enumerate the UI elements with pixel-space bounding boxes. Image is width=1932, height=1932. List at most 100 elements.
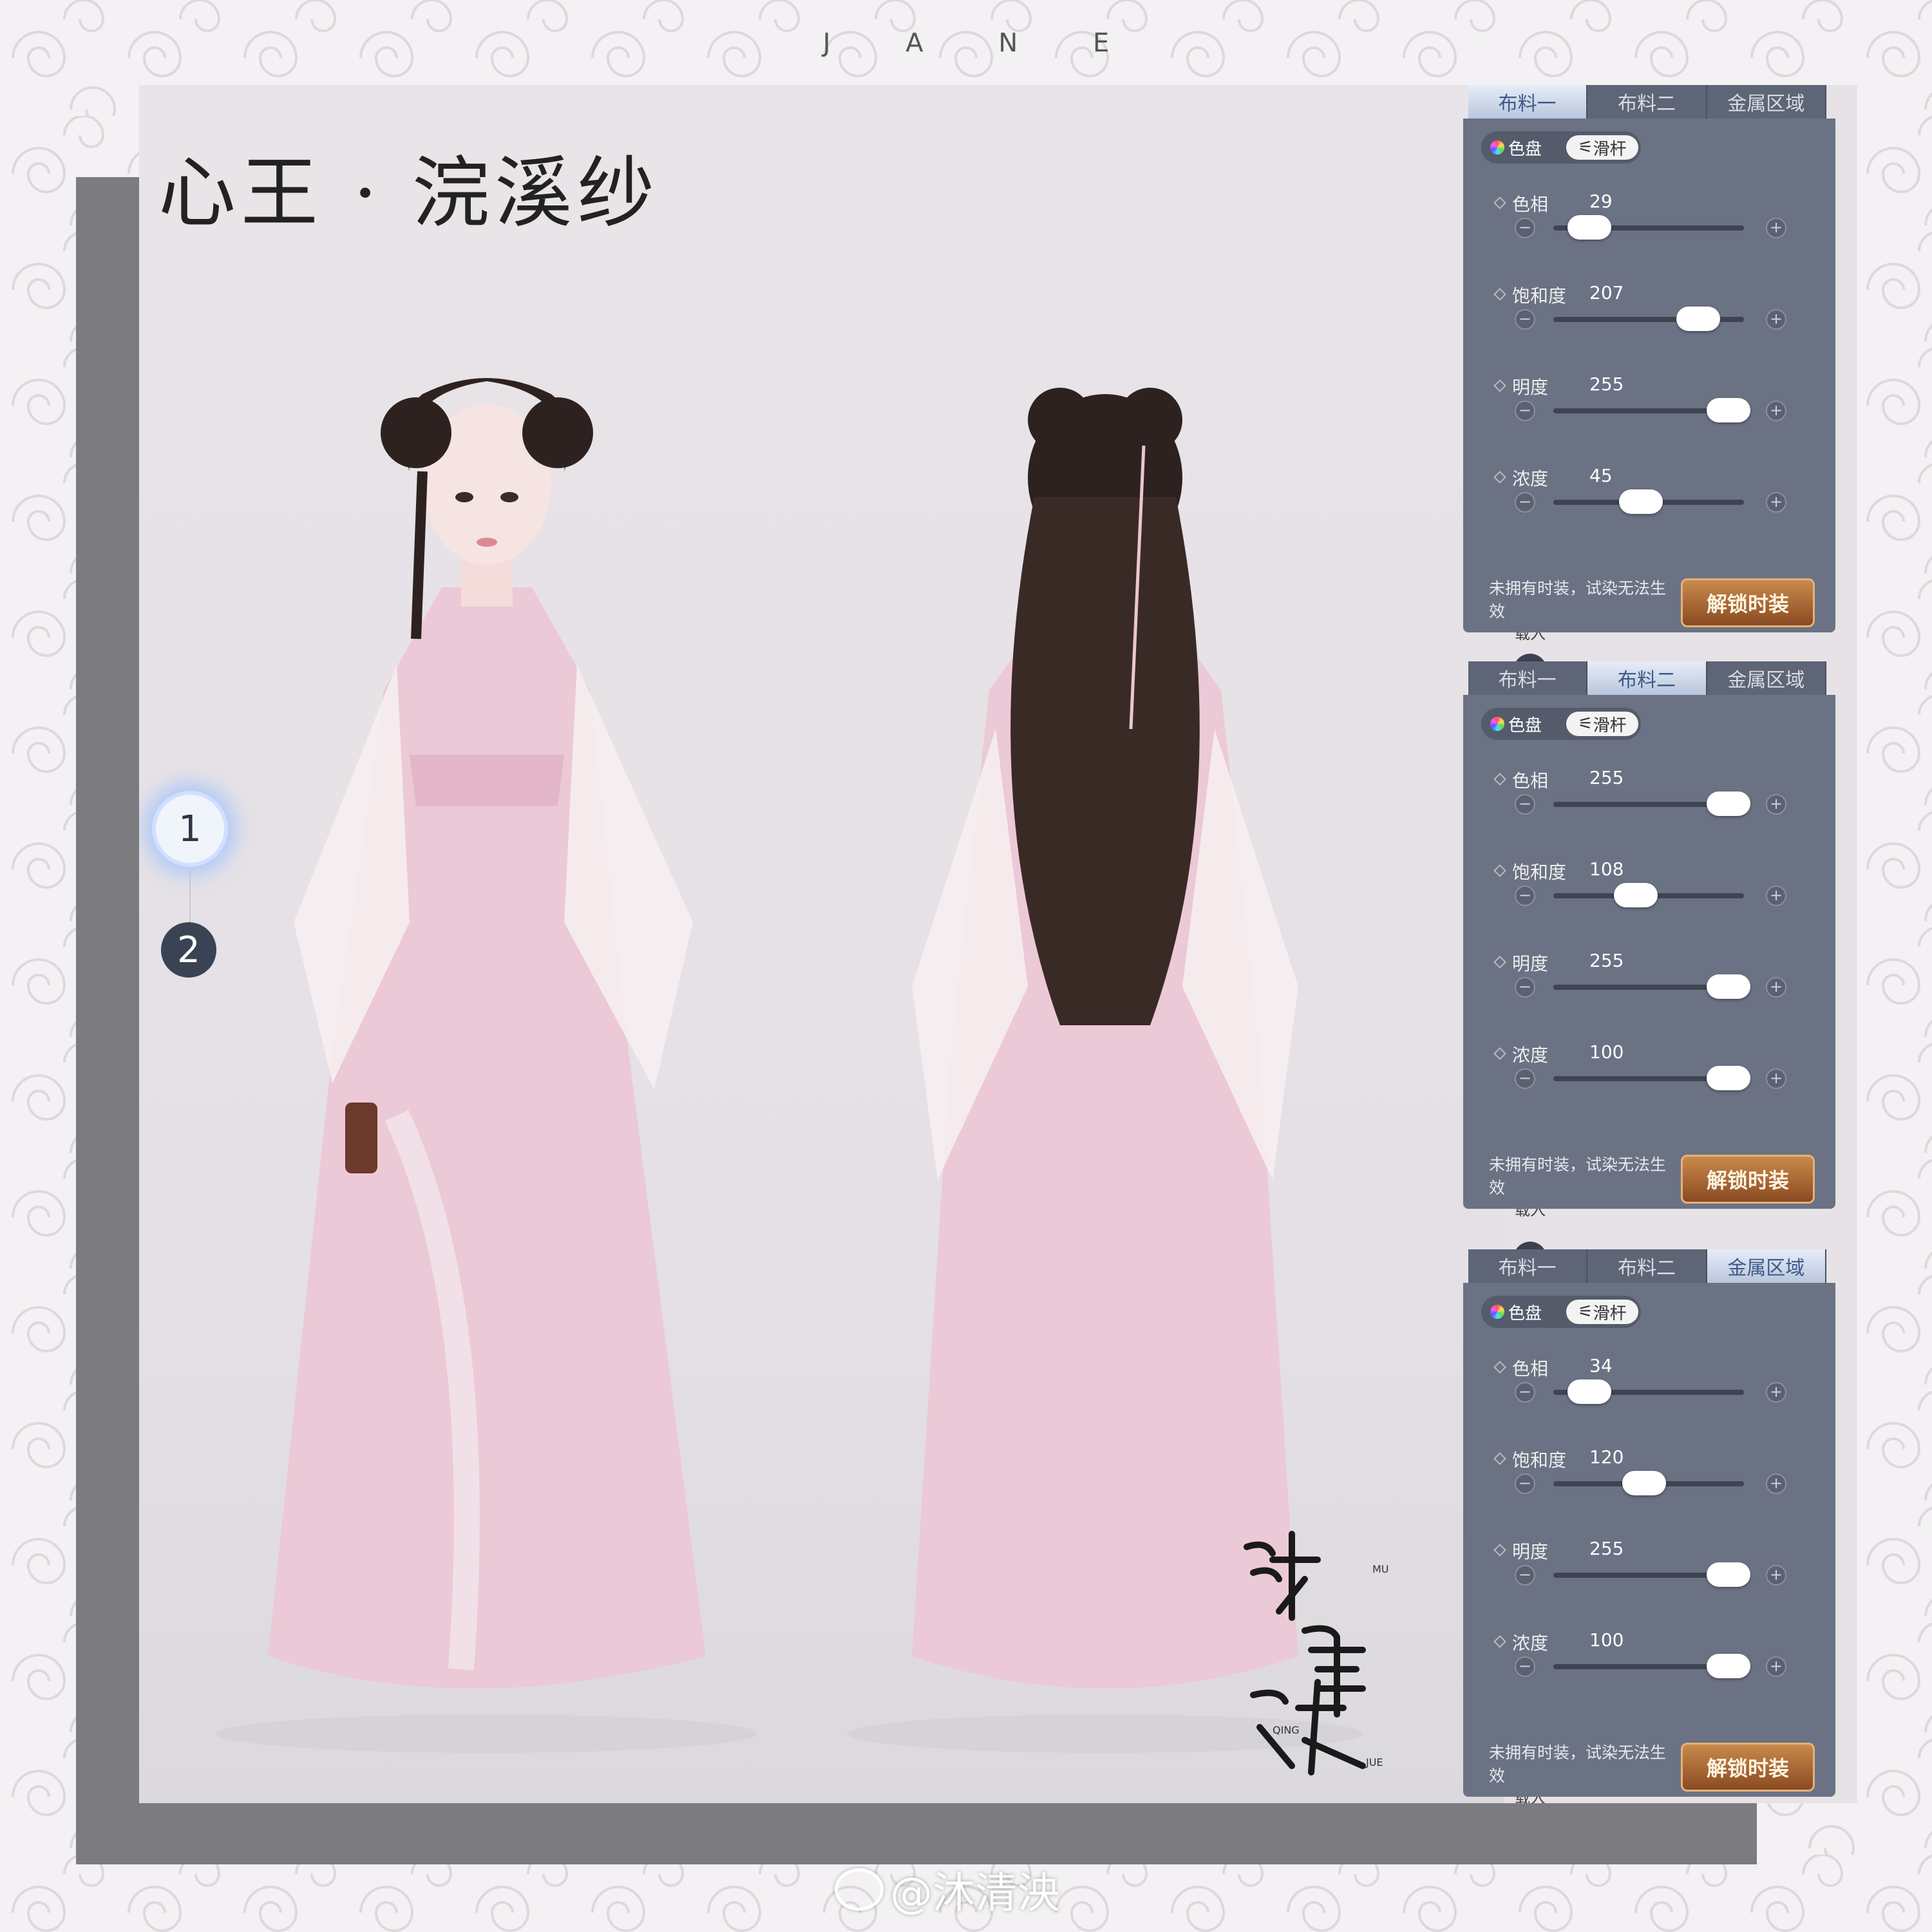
tab-fabric-2[interactable]: 布料二 <box>1587 661 1707 695</box>
increase-button[interactable]: + <box>1766 1656 1786 1677</box>
slider-label: 明度 <box>1493 374 1548 399</box>
slider-mode-label: 滑杆 <box>1593 1303 1627 1323</box>
tab-bar: 布料一 布料二 金属区域 <box>1468 1249 1826 1283</box>
slider-mode-button[interactable]: ⚟ 滑杆 <box>1566 1300 1638 1324</box>
tab-metal-area[interactable]: 金属区域 <box>1707 661 1826 695</box>
slider-mode-button[interactable]: ⚟ 滑杆 <box>1566 135 1638 160</box>
decrease-button[interactable]: − <box>1515 1068 1535 1089</box>
tab-bar: 布料一 布料二 金属区域 <box>1468 661 1826 695</box>
increase-button[interactable]: + <box>1766 794 1786 815</box>
palette-mode-button[interactable]: 色盘 <box>1490 135 1561 160</box>
slider-value: 29 <box>1589 191 1613 212</box>
slider-row: 明度 255 − + <box>1463 374 1835 457</box>
svg-text:MU: MU <box>1372 1563 1389 1575</box>
slider-knob[interactable] <box>1707 398 1750 422</box>
unlock-outfit-button[interactable]: 解锁时装 <box>1681 578 1815 627</box>
main-panel: 心王 · 浣溪纱 1 2 MU QING JUE 载入 布料一 布料二 金属区域… <box>139 85 1857 1803</box>
slider-label: 色相 <box>1493 767 1548 793</box>
slider-row: 浓度 45 − + <box>1463 465 1835 549</box>
slider-knob[interactable] <box>1618 489 1663 514</box>
diamond-icon <box>1493 1635 1506 1648</box>
character-1-button[interactable]: 1 <box>152 791 228 867</box>
slider-mode-button[interactable]: ⚟ 滑杆 <box>1566 712 1638 736</box>
tab-metal-area[interactable]: 金属区域 <box>1707 1249 1826 1283</box>
decrease-button[interactable]: − <box>1515 1473 1535 1494</box>
slider-label: 明度 <box>1493 1538 1548 1564</box>
tab-fabric-2[interactable]: 布料二 <box>1587 85 1707 118</box>
panel-body: 色盘 ⚟ 滑杆 色相 29 − + 饱和度 207 − + 明度 255 − + 浓度 45 − + 未拥有时装… <box>1463 118 1835 632</box>
slider-knob[interactable] <box>1707 1066 1750 1090</box>
diamond-icon <box>1493 1452 1506 1465</box>
tab-fabric-2[interactable]: 布料二 <box>1587 1249 1707 1283</box>
tab-fabric-1[interactable]: 布料一 <box>1468 661 1588 695</box>
svg-text:JUE: JUE <box>1365 1756 1383 1768</box>
diamond-icon <box>1493 471 1506 484</box>
slider-knob[interactable] <box>1707 791 1750 816</box>
slider-icon: ⚟ <box>1578 1302 1593 1321</box>
slider-knob[interactable] <box>1567 215 1612 240</box>
palette-mode-label: 色盘 <box>1508 715 1542 735</box>
decrease-button[interactable]: − <box>1515 1565 1535 1586</box>
slider-row: 饱和度 207 − + <box>1463 282 1835 366</box>
slider-value: 255 <box>1589 767 1624 788</box>
slider-knob[interactable] <box>1622 1471 1666 1495</box>
slider-knob[interactable] <box>1676 307 1720 331</box>
decrease-button[interactable]: − <box>1515 1382 1535 1403</box>
slider-label: 明度 <box>1493 950 1548 976</box>
decrease-button[interactable]: − <box>1515 218 1535 238</box>
slider-icon: ⚟ <box>1578 714 1593 734</box>
increase-button[interactable]: + <box>1766 309 1786 330</box>
unowned-note: 未拥有时装，试染无法生效 <box>1489 579 1667 621</box>
unlock-outfit-button[interactable]: 解锁时装 <box>1681 1155 1815 1204</box>
slider-knob[interactable] <box>1707 974 1750 999</box>
diamond-icon <box>1493 773 1506 786</box>
palette-mode-button[interactable]: 色盘 <box>1490 1300 1561 1324</box>
increase-button[interactable]: + <box>1766 1382 1786 1403</box>
increase-button[interactable]: + <box>1766 492 1786 513</box>
decrease-button[interactable]: − <box>1515 492 1535 513</box>
increase-button[interactable]: + <box>1766 977 1786 998</box>
increase-button[interactable]: + <box>1766 886 1786 906</box>
unowned-note: 未拥有时装，试染无法生效 <box>1489 1155 1667 1197</box>
weibo-icon <box>835 1868 884 1911</box>
slider-value: 45 <box>1589 465 1613 486</box>
palette-mode-label: 色盘 <box>1508 139 1542 159</box>
slider-knob[interactable] <box>1707 1562 1750 1587</box>
slider-value: 207 <box>1589 282 1624 303</box>
slider-knob[interactable] <box>1707 1654 1750 1678</box>
increase-button[interactable]: + <box>1766 401 1786 421</box>
unlock-outfit-button[interactable]: 解锁时装 <box>1681 1743 1815 1792</box>
character-2-button[interactable]: 2 <box>161 922 216 978</box>
brand-text: J A N E <box>822 28 1143 58</box>
slider-value: 34 <box>1589 1355 1613 1376</box>
increase-button[interactable]: + <box>1766 1473 1786 1494</box>
panel-body: 色盘 ⚟ 滑杆 色相 34 − + 饱和度 120 − + 明度 255 − + 浓度 100 − + 未拥有时… <box>1463 1283 1835 1797</box>
increase-button[interactable]: + <box>1766 218 1786 238</box>
increase-button[interactable]: + <box>1766 1068 1786 1089</box>
slider-knob[interactable] <box>1614 883 1658 907</box>
slider-value: 108 <box>1589 858 1624 880</box>
decrease-button[interactable]: − <box>1515 886 1535 906</box>
svg-text:QING: QING <box>1273 1724 1300 1736</box>
tab-fabric-1[interactable]: 布料一 <box>1468 1249 1588 1283</box>
increase-button[interactable]: + <box>1766 1565 1786 1586</box>
tab-fabric-1[interactable]: 布料一 <box>1468 85 1588 118</box>
slider-knob[interactable] <box>1567 1379 1612 1404</box>
decrease-button[interactable]: − <box>1515 977 1535 998</box>
color-wheel-icon <box>1490 140 1504 155</box>
decrease-button[interactable]: − <box>1515 401 1535 421</box>
decrease-button[interactable]: − <box>1515 794 1535 815</box>
slider-row: 色相 29 − + <box>1463 191 1835 274</box>
tab-metal-area[interactable]: 金属区域 <box>1707 85 1826 118</box>
slider-label: 饱和度 <box>1493 858 1566 884</box>
palette-mode-button[interactable]: 色盘 <box>1490 712 1561 736</box>
decrease-button[interactable]: − <box>1515 309 1535 330</box>
decrease-button[interactable]: − <box>1515 1656 1535 1677</box>
calligraphy-logo: MU QING JUE <box>1244 1531 1389 1776</box>
diamond-icon <box>1493 196 1506 209</box>
dye-panel-2: 布料一 布料二 金属区域 色盘 ⚟ 滑杆 色相 255 − + 饱和度 108 − + 明度 255… <box>1463 661 1835 1209</box>
unowned-note: 未拥有时装，试染无法生效 <box>1489 1743 1667 1785</box>
slider-label: 饱和度 <box>1493 1446 1566 1472</box>
slider-label: 浓度 <box>1493 1041 1548 1067</box>
slider-row: 色相 34 − + <box>1463 1355 1835 1439</box>
